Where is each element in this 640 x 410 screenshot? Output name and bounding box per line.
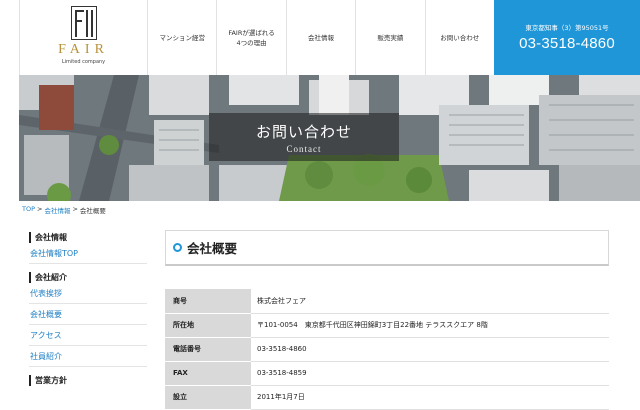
header-contact-box[interactable]: 東京都知事（3）第95051号 03-3518-4860 — [494, 0, 640, 75]
nav-item-company-info[interactable]: 会社情報 — [285, 0, 355, 75]
table-row: 所在地 〒101-0054 東京都千代田区神田錦町3丁目22番地 テラススクエア… — [165, 313, 609, 338]
table-row: 設立 2011年1月7日 — [165, 385, 609, 410]
site-header: FAIR Limited company マンション経営 FAIRが選ばれる 4… — [0, 0, 640, 75]
sidebar-item-access[interactable]: アクセス — [29, 325, 147, 346]
nav-item-label: お問い合わせ — [440, 33, 480, 42]
license-number: 東京都知事（3）第95051号 — [525, 23, 609, 32]
sidebar-item-company-profile[interactable]: 会社概要 — [29, 304, 147, 325]
nav-item-sales-record[interactable]: 販売実績 — [355, 0, 424, 75]
logo-brand-text: FAIR — [58, 42, 109, 57]
site-logo[interactable]: FAIR Limited company — [19, 0, 147, 75]
sidebar-section-company-intro: 会社紹介 代表挨拶 会社概要 アクセス 社員紹介 — [29, 272, 147, 367]
sidebar-heading: 営業方針 — [29, 375, 147, 386]
sidebar-heading: 会社情報 — [29, 232, 147, 243]
hero-title: お問い合わせ — [255, 122, 352, 141]
logo-tagline: Limited company — [61, 59, 106, 65]
breadcrumb-separator: > — [37, 205, 43, 213]
breadcrumb-company-info[interactable]: 会社情報 — [44, 205, 70, 215]
breadcrumb-current: 会社概要 — [79, 207, 106, 215]
nav-item-label: 販売実績 — [377, 33, 404, 42]
page-title-box: 会社概要 — [165, 230, 609, 266]
table-value: 03-3518-4860 — [251, 337, 609, 362]
sidebar-section-business-policy: 営業方針 — [29, 375, 147, 386]
company-profile-table: 商号 株式会社フェア 所在地 〒101-0054 東京都千代田区神田錦町3丁目2… — [165, 289, 609, 410]
page-title: 会社概要 — [187, 241, 238, 256]
nav-item-mansion-management[interactable]: マンション経営 — [147, 0, 216, 75]
breadcrumb-top[interactable]: TOP — [22, 205, 35, 215]
table-row: 電話番号 03-3518-4860 — [165, 337, 609, 362]
sidebar-heading: 会社紹介 — [29, 272, 147, 283]
table-label: FAX — [165, 361, 251, 386]
circle-bullet-icon — [173, 243, 182, 252]
sidebar-item-ceo-greeting[interactable]: 代表挨拶 — [29, 283, 147, 304]
hero-title-band: お問い合わせ Contact — [209, 113, 399, 161]
table-label: 電話番号 — [165, 337, 251, 362]
nav-item-four-reasons[interactable]: FAIRが選ばれる 4つの理由 — [216, 0, 285, 75]
sidebar-item-company-info-top[interactable]: 会社情報TOP — [29, 243, 147, 264]
table-row: 商号 株式会社フェア — [165, 289, 609, 314]
table-label: 所在地 — [165, 313, 251, 338]
hero-banner: お問い合わせ Contact — [19, 75, 640, 201]
main-nav: マンション経営 FAIRが選ばれる 4つの理由 会社情報 販売実績 お問い合わせ — [147, 0, 494, 75]
sidebar-section-company-info: 会社情報 会社情報TOP — [29, 232, 147, 264]
sidebar: 会社情報 会社情報TOP 会社紹介 代表挨拶 会社概要 アクセス 社員紹介 営業… — [29, 228, 147, 394]
table-value: 2011年1月7日 — [251, 385, 609, 410]
table-value: 03-3518-4859 — [251, 361, 609, 386]
hero-subtitle: Contact — [286, 143, 322, 154]
sidebar-item-staff-intro[interactable]: 社員紹介 — [29, 346, 147, 367]
breadcrumb: TOP > 会社情報 > 会社概要 — [22, 205, 106, 215]
table-value: 株式会社フェア — [251, 289, 609, 314]
nav-item-contact[interactable]: お問い合わせ — [424, 0, 494, 75]
nav-item-label: FAIRが選ばれる — [228, 28, 275, 37]
logo-emblem-icon — [70, 6, 97, 40]
nav-item-label: 4つの理由 — [236, 38, 267, 47]
phone-number[interactable]: 03-3518-4860 — [519, 35, 615, 52]
nav-item-label: マンション経営 — [159, 33, 205, 42]
breadcrumb-separator: > — [72, 205, 78, 213]
table-label: 商号 — [165, 289, 251, 314]
nav-item-label: 会社情報 — [307, 33, 334, 42]
table-label: 設立 — [165, 385, 251, 410]
table-value: 〒101-0054 東京都千代田区神田錦町3丁目22番地 テラススクエア 8階 — [251, 313, 609, 338]
table-row: FAX 03-3518-4859 — [165, 361, 609, 386]
